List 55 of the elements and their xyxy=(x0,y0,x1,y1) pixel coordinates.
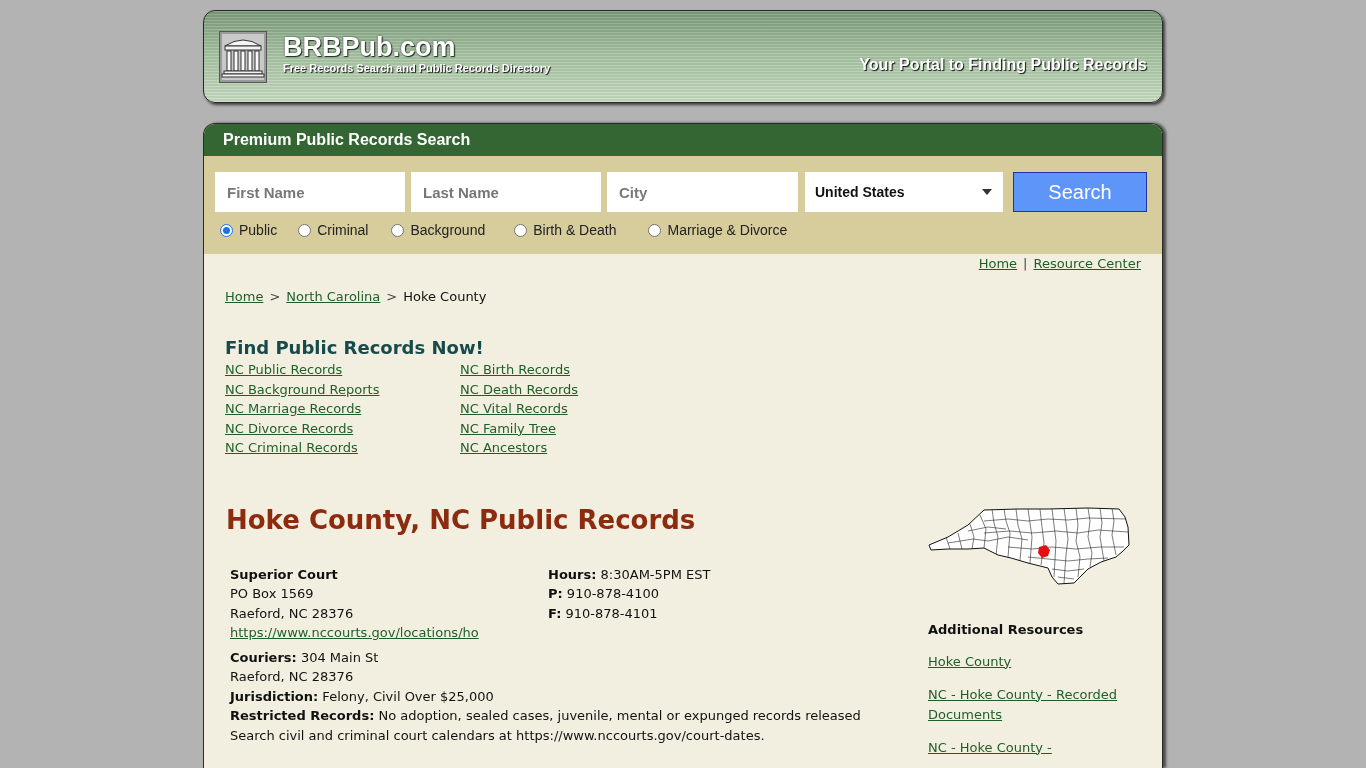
records-link[interactable]: NC Background Reports xyxy=(225,379,380,399)
records-link[interactable]: NC Vital Records xyxy=(460,399,568,419)
radio-label[interactable]: Criminal xyxy=(317,222,369,238)
search-input[interactable]: City xyxy=(607,172,798,212)
site-tagline: Free Records Search and Public Records Directory xyxy=(283,61,551,75)
country-select[interactable]: United States xyxy=(805,172,1003,212)
radio-label[interactable]: Marriage & Divorce xyxy=(667,222,788,238)
breadcrumb-separator: > xyxy=(269,288,281,306)
records-link[interactable]: NC Death Records xyxy=(460,379,579,399)
breadcrumb-separator: > xyxy=(386,288,398,306)
nav-link[interactable]: Home xyxy=(978,254,1018,274)
court-detail: Search civil and criminal court calendars at https://www.nccourts.gov/court-dates. xyxy=(230,726,765,745)
radio-button[interactable] xyxy=(391,223,405,237)
resource-link[interactable]: Hoke County xyxy=(928,651,1012,672)
address-line: Raeford, NC 28376 xyxy=(230,604,354,623)
building-columns-icon xyxy=(219,30,267,83)
breadcrumb-link[interactable]: Home xyxy=(225,287,264,307)
caret-down-icon xyxy=(982,189,992,195)
court-detail: Couriers: 304 Main St xyxy=(230,648,379,667)
contact-line: Hours: 8:30AM-5PM EST xyxy=(548,565,711,584)
radio-label[interactable]: Birth & Death xyxy=(533,222,617,238)
radio-button[interactable] xyxy=(220,223,233,237)
page-title: Hoke County, NC Public Records xyxy=(226,503,696,537)
contact-line: F: 910-878-4101 xyxy=(548,604,658,623)
court-detail: Jurisdiction: Felony, Civil Over $25,000 xyxy=(230,687,494,706)
site-slogan: Your Portal to Finding Public Records xyxy=(859,56,1147,74)
court-detail: Raeford, NC 28376 xyxy=(230,668,354,686)
breadcrumb-link[interactable]: North Carolina xyxy=(286,287,381,307)
records-link[interactable]: NC Criminal Records xyxy=(225,438,358,458)
court-detail: Restricted Records: No adoption, sealed cases, juvenile, mental or expunged records released xyxy=(230,707,861,725)
breadcrumb-current: Hoke County xyxy=(403,288,487,306)
court-name: Superior Court xyxy=(230,565,338,584)
search-input[interactable]: Last Name xyxy=(411,172,601,212)
radio-button[interactable] xyxy=(514,223,528,237)
nav-link[interactable]: Resource Center xyxy=(1033,254,1141,274)
address-line: PO Box 1569 xyxy=(230,585,314,603)
radio-label[interactable]: Background xyxy=(410,222,486,238)
radio-button[interactable] xyxy=(298,223,312,237)
resource-link[interactable]: NC - Hoke County - Recorded Documents xyxy=(928,684,1143,725)
radio-label[interactable]: Public xyxy=(239,222,278,238)
records-link[interactable]: NC Family Tree xyxy=(460,418,556,438)
link-separator: | xyxy=(1023,255,1028,273)
court-website-link[interactable]: https://www.nccourts.gov/locations/ho xyxy=(230,623,479,643)
contact-line: P: 910-878-4100 xyxy=(548,585,659,603)
search-panel-title: Premium Public Records Search xyxy=(204,124,1162,156)
section-heading: Find Public Records Now! xyxy=(225,337,484,359)
records-link[interactable]: NC Public Records xyxy=(225,360,343,380)
radio-button[interactable] xyxy=(648,223,662,237)
search-input[interactable]: First Name xyxy=(215,172,405,212)
records-link[interactable]: NC Birth Records xyxy=(460,360,570,380)
sidebar-heading: Additional Resources xyxy=(928,620,1085,639)
records-link[interactable]: NC Ancestors xyxy=(460,438,548,458)
records-link[interactable]: NC Divorce Records xyxy=(225,418,354,438)
records-link[interactable]: NC Marriage Records xyxy=(225,399,362,419)
resource-link[interactable]: NC - Hoke County - xyxy=(928,737,1052,758)
